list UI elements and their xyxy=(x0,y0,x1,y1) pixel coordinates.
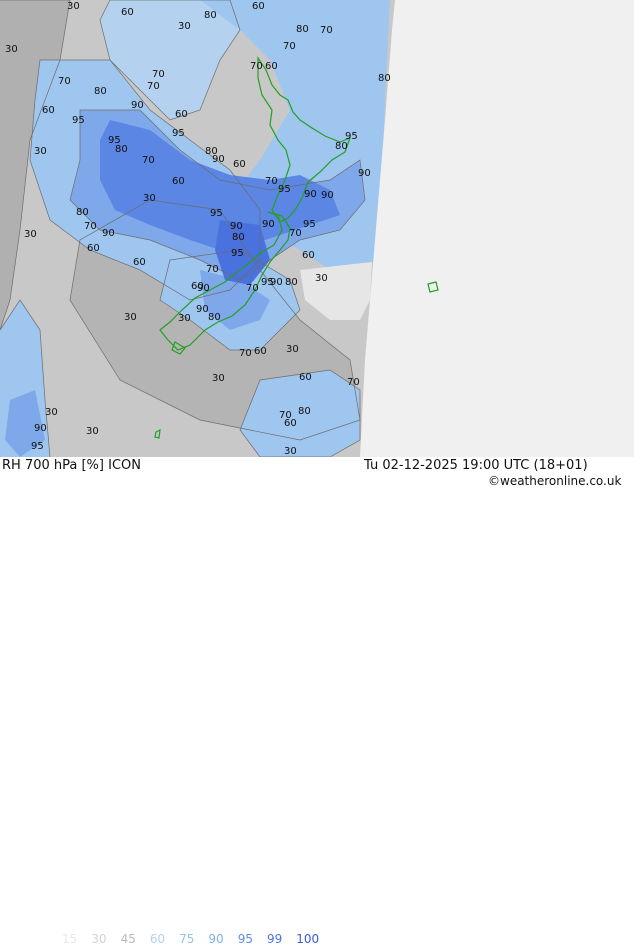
contour-label: 90 xyxy=(270,277,283,288)
contour-label: 70 xyxy=(142,155,155,166)
contour-label: 60 xyxy=(284,418,297,429)
contour-label: 60 xyxy=(254,346,267,357)
contour-label: 90 xyxy=(131,100,144,111)
contour-label: 95 xyxy=(72,115,85,126)
contour-label: 80 xyxy=(298,406,311,417)
contour-label: 90 xyxy=(304,189,317,200)
map-footer: RH 700 hPa [%] ICON Tu 02-12-2025 19:00 … xyxy=(0,457,634,946)
contour-label: 30 xyxy=(67,1,80,12)
contour-label: 70 xyxy=(58,76,71,87)
contour-label: 60 xyxy=(299,372,312,383)
contour-label: 60 xyxy=(175,109,188,120)
no-data-area xyxy=(360,0,634,457)
contour-label: 30 xyxy=(143,193,156,204)
contour-label: 70 xyxy=(347,377,360,388)
contour-label: 80 xyxy=(232,232,245,243)
contour-label: 80 xyxy=(94,86,107,97)
legend-value: 45 xyxy=(120,932,136,946)
contour-label: 60 xyxy=(87,243,100,254)
contour-label: 90 xyxy=(212,154,225,165)
contour-label: 60 xyxy=(133,257,146,268)
legend-value: 15 xyxy=(62,932,78,946)
contour-label: 30 xyxy=(45,407,58,418)
contour-label: 30 xyxy=(5,44,18,55)
contour-label: 30 xyxy=(286,344,299,355)
legend-value: 75 xyxy=(179,932,195,946)
legend-value: 90 xyxy=(208,932,224,946)
credit-link[interactable]: ©weatheronline.co.uk xyxy=(488,474,621,488)
contour-label: 60 xyxy=(172,176,185,187)
contour-label: 70 xyxy=(289,228,302,239)
contour-label: 30 xyxy=(178,313,191,324)
contour-label: 70 xyxy=(84,221,97,232)
contour-label: 90 xyxy=(196,304,209,315)
contour-label: 80 xyxy=(335,141,348,152)
contour-label: 90 xyxy=(262,219,275,230)
product-label: RH 700 hPa [%] ICON xyxy=(2,458,141,473)
contour-label: 95 xyxy=(303,219,316,230)
contour-label: 70 xyxy=(246,283,259,294)
contour-label: 95 xyxy=(231,248,244,259)
legend-value: 60 xyxy=(149,932,166,946)
contour-label: 60 xyxy=(121,7,134,18)
contour-label: 90 xyxy=(230,221,243,232)
contour-label: 90 xyxy=(358,168,371,179)
legend-value: 100 xyxy=(296,932,320,946)
rh-map: 30 60 30 80 60 30 80 70 70 70 60 70 70 80 70 80 90 60 95 60… xyxy=(0,0,634,457)
contour-label: 95 xyxy=(31,441,44,452)
contour-label: 60 xyxy=(233,159,246,170)
contour-label: 30 xyxy=(124,312,137,323)
contour-label: 80 xyxy=(204,10,217,21)
contour-label: 70 xyxy=(152,69,165,80)
contour-label: 70 xyxy=(147,81,160,92)
contour-label: 90 xyxy=(34,423,47,434)
contour-label: 70 xyxy=(283,41,296,52)
contour-label: 70 xyxy=(206,264,219,275)
contour-label: 95 xyxy=(172,128,185,139)
contour-label: 95 xyxy=(210,208,223,219)
contour-label: 30 xyxy=(34,146,47,157)
contour-label: 70 xyxy=(265,176,278,187)
contour-label: 30 xyxy=(178,21,191,32)
legend-value: 30 xyxy=(91,932,107,946)
contour-label: 30 xyxy=(284,446,297,457)
contour-label: 60 xyxy=(191,281,204,292)
contour-label: 70 xyxy=(250,61,263,72)
legend-value: 99 xyxy=(266,932,283,946)
contour-label: 30 xyxy=(86,426,99,437)
contour-label: 70 xyxy=(320,25,333,36)
contour-label: 30 xyxy=(315,273,328,284)
contour-label: 80 xyxy=(115,144,128,155)
contour-label: 30 xyxy=(212,373,225,384)
contour-label: 80 xyxy=(208,312,221,323)
contour-label: 60 xyxy=(302,250,315,261)
contour-label: 95 xyxy=(278,184,291,195)
contour-label: 80 xyxy=(296,24,309,35)
contour-label: 60 xyxy=(252,1,265,12)
contour-label: 60 xyxy=(265,61,278,72)
map-canvas: 30603080603080 707070 6070708070 8090609560… xyxy=(0,0,634,457)
contour-label: 60 xyxy=(42,105,55,116)
contour-label: 90 xyxy=(321,190,334,201)
color-legend: 15 30 45 60 75 90 95 99 100 xyxy=(62,932,333,946)
contour-label: 80 xyxy=(76,207,89,218)
contour-label: 30 xyxy=(24,229,37,240)
contour-label: 80 xyxy=(285,277,298,288)
contour-label: 80 xyxy=(378,73,391,84)
contour-label: 70 xyxy=(239,348,252,359)
contour-label: 90 xyxy=(102,228,115,239)
valid-time: Tu 02-12-2025 19:00 UTC (18+01) xyxy=(364,458,588,473)
legend-value: 95 xyxy=(237,932,253,946)
